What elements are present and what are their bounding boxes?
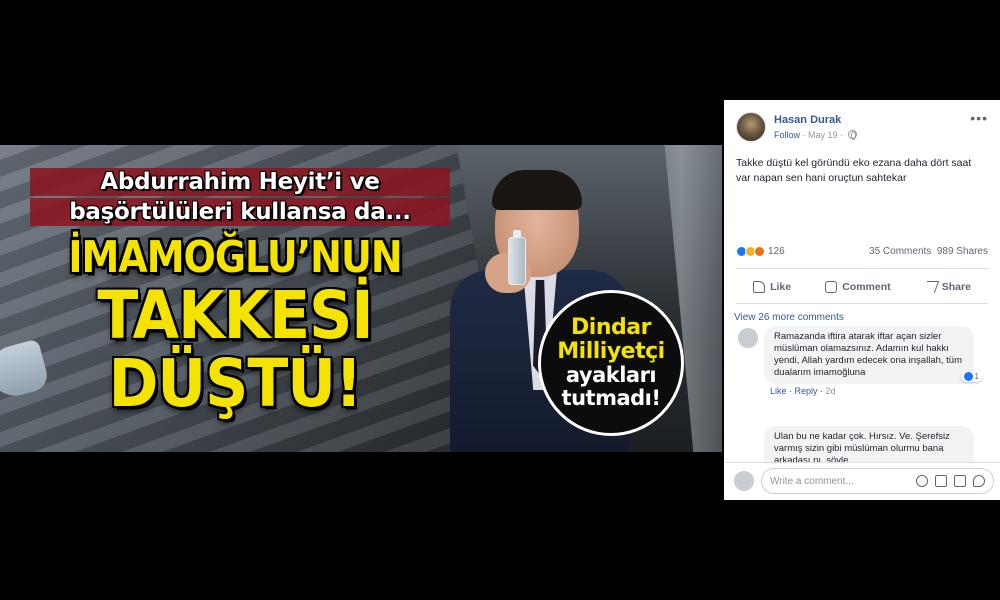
comment-item: Ramazanda iftira atarak iftar açan sizle… [738,326,982,396]
globe-icon [847,130,857,140]
emoji-icon[interactable] [916,475,928,487]
post-actions: Like Comment Share [736,276,988,298]
badge-line-1: Dindar [571,315,651,340]
circle-badge: Dindar Milliyetçi ayakları tutmadı! [538,290,684,436]
angry-reaction-icon [754,246,765,257]
view-more-comments-link[interactable]: View 26 more comments [734,312,844,323]
comment-reaction-badge[interactable]: 1 [960,371,982,382]
author-avatar[interactable] [736,112,766,142]
write-comment-input[interactable] [770,475,909,487]
comment-button[interactable]: Comment [825,276,891,298]
comment-actions: Like · Reply · 2d [770,386,836,396]
comment-time[interactable]: 2d [826,386,836,396]
headline-top-line-2: başörtülüleri kullansa da... [30,198,450,226]
headline-main-line-3: DÜŞTÜ! [108,345,363,423]
reaction-summary[interactable]: 126 [736,246,785,257]
badge-line-3: ayakları [565,363,657,387]
badge-line-4: tutmadı! [561,386,661,410]
comment-text: Ramazanda iftira atarak iftar açan sizle… [764,326,974,384]
like-reaction-icon [963,372,973,381]
camera-icon[interactable] [935,475,947,487]
reaction-count: 126 [768,246,785,257]
divider [736,268,988,269]
facebook-post: Hasan Durak Follow · May 19 · ••• Takke … [724,100,1000,500]
like-label: Like [770,281,792,293]
comments-count[interactable]: 35 Comments [869,246,931,257]
headline-top: Abdurrahim Heyit’i ve başörtülüleri kull… [30,168,450,228]
current-user-avatar [734,471,754,491]
share-button[interactable]: Share [922,276,971,298]
headline-main-line-1: İMAMOĞLU’NUN [68,231,402,283]
meta-separator-2: · [840,130,844,140]
post-text: Takke düştü kel göründü eko ezana daha d… [736,157,972,184]
post-header: Hasan Durak Follow · May 19 · ••• [736,110,990,144]
meta-separator: · [802,130,806,140]
divider [736,303,988,304]
commenter-avatar[interactable] [738,328,758,348]
write-comment-bar [761,468,994,494]
comment-label: Comment [842,281,891,293]
comment-reply-link[interactable]: Reply [795,386,818,396]
headline-top-line-1: Abdurrahim Heyit’i ve [30,168,450,196]
gif-icon[interactable] [954,475,966,487]
comment-text: Ulan bu ne kadar çok. Hırsız. Ve. Şerefs… [764,426,974,462]
comment-like-link[interactable]: Like [770,386,787,396]
more-options-icon[interactable]: ••• [970,110,988,126]
post-meta: Follow · May 19 · [774,130,857,140]
comment-item: Ulan bu ne kadar çok. Hırsız. Ve. Şerefs… [764,426,974,462]
like-button[interactable]: Like [753,276,791,298]
author-name[interactable]: Hasan Durak [774,114,841,126]
speech-bubble-icon [825,281,838,293]
follow-link[interactable]: Follow [774,130,800,140]
headline-main-line-2: TAKKESİ [97,277,373,355]
thumbs-up-icon [753,281,766,293]
shares-count[interactable]: 989 Shares [937,246,988,257]
share-label: Share [941,281,971,293]
comment-share-counts: 35 Comments 989 Shares [869,246,988,257]
post-date[interactable]: May 19 [808,130,838,140]
sticker-icon[interactable] [973,475,985,487]
divider [724,462,1000,463]
badge-line-2: Milliyetçi [557,339,665,364]
water-bottle [508,230,526,285]
comment-reaction-count: 1 [974,372,979,381]
post-stats: 126 35 Comments 989 Shares [736,246,988,260]
share-arrow-icon [922,281,939,293]
